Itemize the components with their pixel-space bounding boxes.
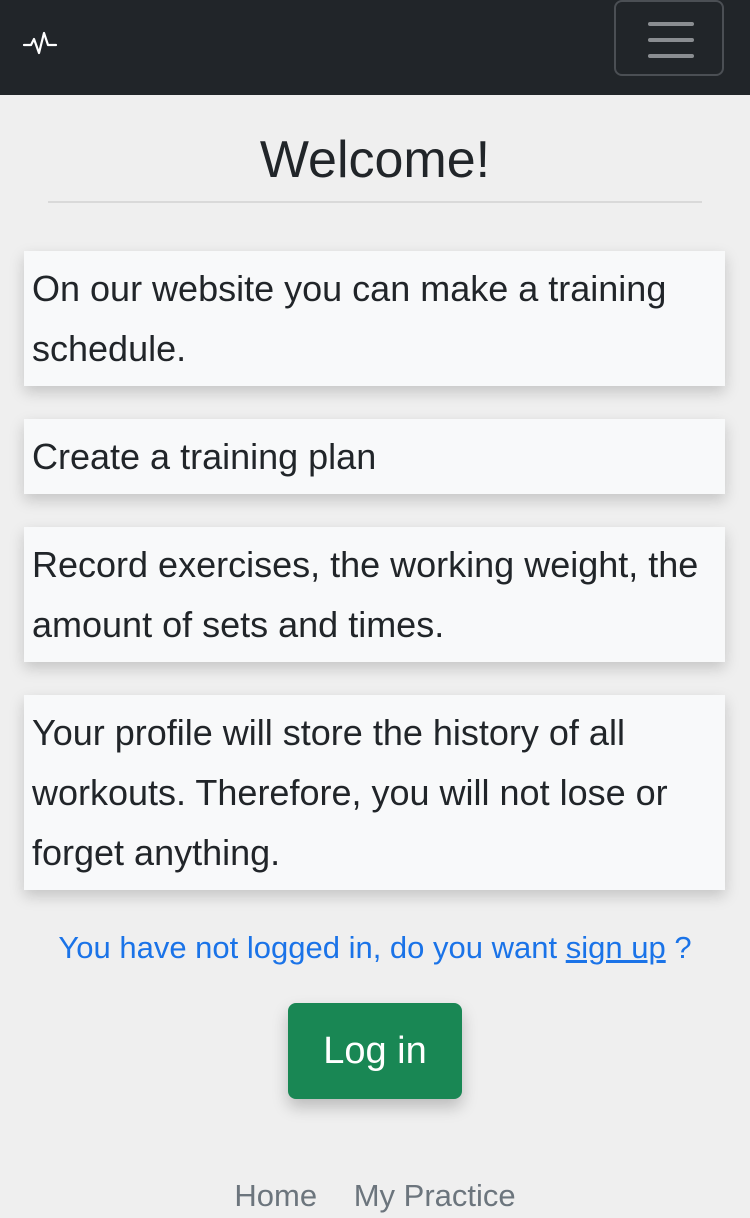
page-title: Welcome!: [259, 131, 491, 189]
footer-link-home[interactable]: Home: [234, 1178, 317, 1213]
signup-link[interactable]: sign up: [566, 930, 666, 965]
info-card-text: Record exercises, the working weight, th…: [32, 544, 699, 645]
info-card-schedule: On our website you can make a training s…: [24, 251, 725, 386]
login-prompt: You have not logged in, do you want sign…: [0, 924, 750, 972]
footer-nav: Home My Practice: [0, 1174, 750, 1213]
pulse-icon[interactable]: [22, 28, 58, 60]
navbar: [0, 0, 750, 95]
info-card-text: Create a training plan: [32, 436, 377, 477]
info-card-plan: Create a training plan: [24, 419, 725, 494]
footer-link-my-practice[interactable]: My Practice: [354, 1178, 516, 1213]
login-button[interactable]: Log in: [288, 1003, 462, 1099]
info-card-exercises: Record exercises, the working weight, th…: [24, 527, 725, 662]
info-card-text: Your profile will store the history of a…: [32, 712, 668, 873]
login-prompt-text: You have not logged in, do you want: [58, 930, 558, 965]
title-divider: [48, 201, 702, 203]
login-prompt-suffix: ?: [674, 930, 692, 965]
info-card-history: Your profile will store the history of a…: [24, 695, 725, 890]
navbar-toggle-button[interactable]: [614, 0, 724, 76]
info-card-text: On our website you can make a training s…: [32, 268, 667, 369]
